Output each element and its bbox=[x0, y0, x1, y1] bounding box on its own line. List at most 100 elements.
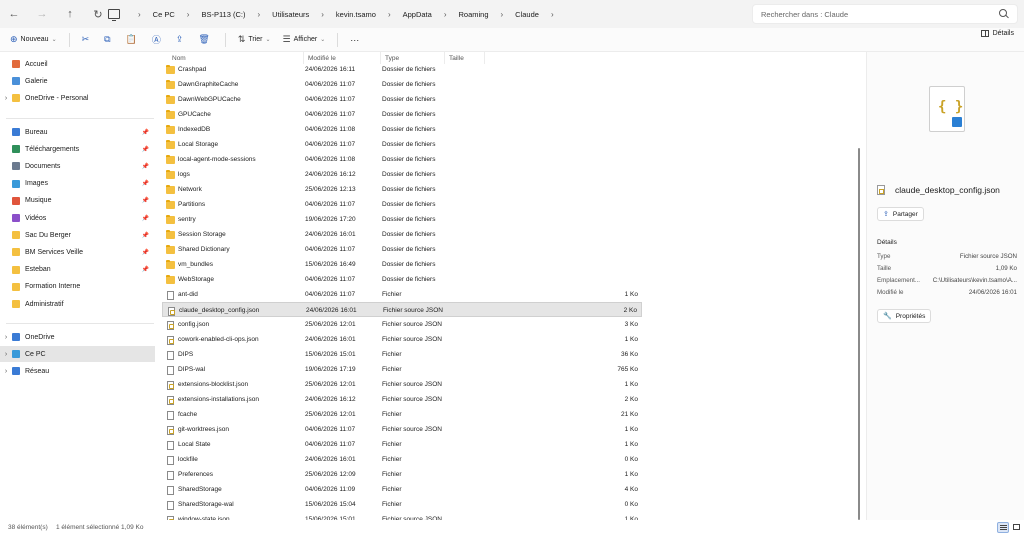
chevron-right-icon[interactable]: › bbox=[130, 10, 149, 19]
file-list: Nom Modifié le Type Taille Crashpad 24/06… bbox=[160, 52, 860, 520]
table-row[interactable]: Network 25/06/2026 12:13 Dossier de fichie… bbox=[162, 182, 642, 197]
chevron-right-icon[interactable]: › bbox=[249, 10, 268, 19]
sidebar-item-quick[interactable]: Accueil bbox=[0, 56, 155, 72]
chevron-right-icon[interactable]: › bbox=[0, 95, 12, 102]
table-row[interactable]: Session Storage 24/06/2026 16:01 Dossier d… bbox=[162, 227, 642, 242]
table-row[interactable]: vm_bundles 15/06/2026 16:49 Dossier de fic… bbox=[162, 257, 642, 272]
table-row[interactable]: DawnWebGPUCache 04/06/2026 11:07 Dossier d… bbox=[162, 92, 642, 107]
up-button[interactable]: ↑ bbox=[56, 0, 84, 28]
chevron-right-icon[interactable]: › bbox=[543, 10, 562, 19]
file-size: 765 Ko bbox=[617, 366, 638, 373]
table-row[interactable]: cowork-enabled-cli-ops.json 24/06/2026 16… bbox=[162, 332, 642, 347]
sidebar-item-pinned[interactable]: Vidéos 📌 bbox=[0, 210, 155, 226]
table-row[interactable]: GPUCache 04/06/2026 11:07 Dossier de fichi… bbox=[162, 107, 642, 122]
forward-button[interactable]: → bbox=[28, 0, 56, 28]
crumb-user[interactable]: kevin.tsamo bbox=[332, 10, 380, 19]
chevron-right-icon[interactable]: › bbox=[0, 368, 12, 375]
pin-icon: 📌 bbox=[141, 249, 149, 256]
table-row[interactable]: DIPS-wal 19/06/2026 17:19 Fichier 765 Ko bbox=[162, 362, 642, 377]
crumb-roaming[interactable]: Roaming bbox=[454, 10, 492, 19]
new-button[interactable]: ⊕ Nouveau ⌄ bbox=[4, 30, 63, 50]
crumb-users[interactable]: Utilisateurs bbox=[268, 10, 313, 19]
sidebar-item-pinned[interactable]: Sac Du Berger 📌 bbox=[0, 227, 155, 243]
table-row[interactable]: Local Storage 04/06/2026 11:07 Dossier de … bbox=[162, 137, 642, 152]
chevron-right-icon[interactable]: › bbox=[0, 351, 12, 358]
sidebar-item-pinned[interactable]: Esteban 📌 bbox=[0, 262, 155, 278]
file-modified: 04/06/2026 11:07 bbox=[305, 276, 356, 283]
table-row[interactable]: IndexedDB 04/06/2026 11:08 Dossier de fich… bbox=[162, 122, 642, 137]
folder-icon bbox=[12, 367, 20, 375]
file-modified: 15/06/2026 16:49 bbox=[305, 261, 356, 268]
sidebar-item-quick[interactable]: Galerie bbox=[0, 73, 155, 89]
table-row[interactable]: DIPS 15/06/2026 15:01 Fichier 36 Ko bbox=[162, 347, 642, 362]
property-key: Modifié le bbox=[877, 289, 904, 296]
details-view-button[interactable] bbox=[997, 522, 1009, 533]
table-row[interactable]: Local State 04/06/2026 11:07 Fichier 1 Ko bbox=[162, 437, 642, 452]
table-row[interactable]: Shared Dictionary 04/06/2026 11:07 Dossier… bbox=[162, 242, 642, 257]
sidebar-item-quick[interactable]: › OneDrive - Personal bbox=[0, 90, 155, 106]
sidebar-item-pinned[interactable]: Formation Interne bbox=[0, 279, 155, 295]
table-row[interactable]: WebStorage 04/06/2026 11:07 Dossier de fic… bbox=[162, 272, 642, 287]
back-button[interactable]: ← bbox=[0, 0, 28, 28]
table-row[interactable]: git-worktrees.json 04/06/2026 11:07 Fichie… bbox=[162, 422, 642, 437]
chevron-right-icon[interactable]: › bbox=[493, 10, 512, 19]
search-input[interactable]: Rechercher dans : Claude bbox=[752, 4, 1018, 24]
sort-button[interactable]: ⇅ Trier ⌄ bbox=[232, 30, 277, 50]
table-row[interactable]: ant-did 04/06/2026 11:07 Fichier 1 Ko bbox=[162, 287, 642, 302]
rename-button[interactable]: Ⓐ bbox=[146, 30, 170, 50]
table-row[interactable]: claude_desktop_config.json 24/06/2026 16:… bbox=[162, 302, 642, 317]
paste-button[interactable]: 📋 bbox=[120, 30, 146, 50]
sidebar-item-pinned[interactable]: Musique 📌 bbox=[0, 193, 155, 209]
table-row[interactable]: SharedStorage 04/06/2026 11:09 Fichier 4 Ko bbox=[162, 482, 642, 497]
more-button[interactable]: ··· bbox=[344, 30, 365, 50]
sidebar-item-drives[interactable]: › OneDrive bbox=[0, 329, 155, 345]
table-row[interactable]: SharedStorage-wal 15/06/2026 15:04 Fichier… bbox=[162, 497, 642, 512]
crumb-ce-pc[interactable]: Ce PC bbox=[149, 10, 179, 19]
sidebar-item-pinned[interactable]: BM Services Veille 📌 bbox=[0, 244, 155, 260]
table-row[interactable]: logs 24/06/2026 16:12 Dossier de fichiers bbox=[162, 167, 642, 182]
table-row[interactable]: extensions-installations.json 24/06/2026 … bbox=[162, 392, 642, 407]
cut-button[interactable]: ✂ bbox=[76, 30, 99, 50]
crumb-appdata[interactable]: AppData bbox=[399, 10, 436, 19]
copy-button[interactable]: ⧉ bbox=[98, 30, 119, 50]
details-toggle-button[interactable]: Détails bbox=[980, 30, 1014, 37]
file-type: Fichier bbox=[382, 351, 402, 358]
table-row[interactable]: window-state.json 15/06/2026 15:01 Fichier… bbox=[162, 512, 642, 520]
file-type: Dossier de fichiers bbox=[382, 126, 436, 133]
table-row[interactable]: Crashpad 24/06/2026 16:11 Dossier de fichi… bbox=[162, 62, 642, 77]
delete-button[interactable]: 🗑 bbox=[192, 30, 218, 50]
table-row[interactable]: fcache 25/06/2026 12:01 Fichier 21 Ko bbox=[162, 407, 642, 422]
chevron-right-icon[interactable]: › bbox=[380, 10, 399, 19]
table-row[interactable]: lockfile 24/06/2026 16:01 Fichier 0 Ko bbox=[162, 452, 642, 467]
crumb-claude[interactable]: Claude bbox=[511, 10, 543, 19]
sidebar-item-pinned[interactable]: Images 📌 bbox=[0, 176, 155, 192]
scrollbar[interactable] bbox=[858, 148, 860, 520]
crumb-drive[interactable]: BS-P113 (C:) bbox=[197, 10, 249, 19]
chevron-right-icon[interactable]: › bbox=[179, 10, 198, 19]
table-row[interactable]: DawnGraphiteCache 04/06/2026 11:07 Dossier… bbox=[162, 77, 642, 92]
share-button[interactable]: ⇪ bbox=[170, 30, 193, 50]
sidebar-item-pinned[interactable]: Bureau 📌 bbox=[0, 124, 155, 140]
chevron-right-icon[interactable]: › bbox=[436, 10, 455, 19]
table-row[interactable]: sentry 19/06/2026 17:20 Dossier de fichier… bbox=[162, 212, 642, 227]
view-button[interactable]: ☰ Afficher ⌄ bbox=[277, 30, 332, 50]
table-row[interactable]: Preferences 25/06/2026 12:09 Fichier 1 Ko bbox=[162, 467, 642, 482]
share-file-button[interactable]: ⇪ Partager bbox=[877, 207, 924, 221]
tiles-view-button[interactable] bbox=[1011, 522, 1023, 533]
table-row[interactable]: extensions-blocklist.json 25/06/2026 12:0… bbox=[162, 377, 642, 392]
table-row[interactable]: local-agent-mode-sessions 04/06/2026 11:0… bbox=[162, 152, 642, 167]
chevron-right-icon[interactable]: › bbox=[313, 10, 332, 19]
sidebar-item-pinned[interactable]: Téléchargements 📌 bbox=[0, 141, 155, 157]
sidebar-item-drives[interactable]: › Réseau bbox=[0, 363, 155, 379]
sidebar-item-pinned[interactable]: Administratif bbox=[0, 296, 155, 312]
breadcrumb[interactable]: › Ce PC › BS-P113 (C:) › Utilisateurs › … bbox=[108, 4, 748, 24]
file-modified: 24/06/2026 16:01 bbox=[305, 456, 356, 463]
chevron-right-icon[interactable]: › bbox=[0, 334, 12, 341]
pin-icon: 📌 bbox=[141, 215, 149, 222]
table-row[interactable]: Partitions 04/06/2026 11:07 Dossier de fic… bbox=[162, 197, 642, 212]
table-row[interactable]: config.json 25/06/2026 12:01 Fichier sourc… bbox=[162, 317, 642, 332]
sidebar-item-drives[interactable]: › Ce PC bbox=[0, 346, 155, 362]
file-size: 0 Ko bbox=[624, 501, 638, 508]
sidebar-item-pinned[interactable]: Documents 📌 bbox=[0, 158, 155, 174]
properties-button[interactable]: 🔧 Propriétés bbox=[877, 309, 932, 323]
